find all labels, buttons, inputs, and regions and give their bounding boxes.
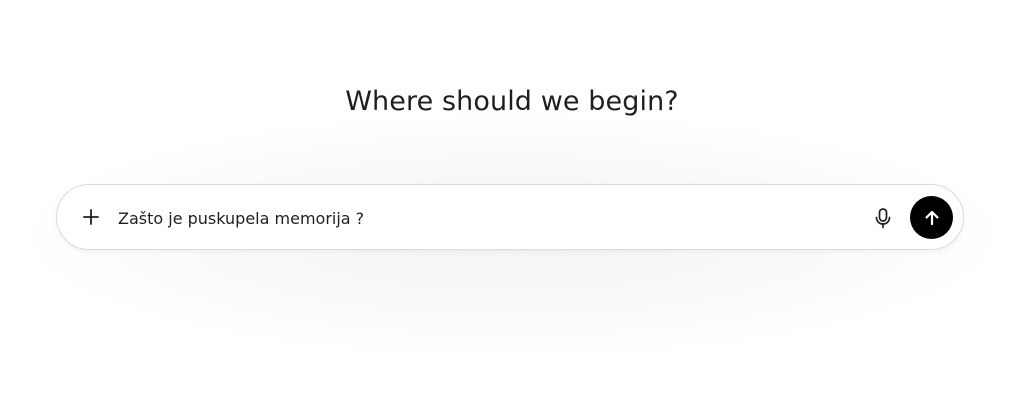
microphone-icon: [875, 208, 891, 229]
send-button[interactable]: [910, 196, 953, 239]
prompt-composer: [56, 184, 964, 250]
prompt-input[interactable]: [118, 204, 838, 232]
arrow-up-icon: [924, 210, 939, 225]
page-title: Where should we begin?: [345, 86, 679, 117]
plus-icon: [83, 209, 99, 225]
voice-input-button[interactable]: [867, 202, 899, 234]
chat-start-page: Where should we begin?: [0, 0, 1024, 410]
add-attachment-button[interactable]: [75, 201, 107, 233]
